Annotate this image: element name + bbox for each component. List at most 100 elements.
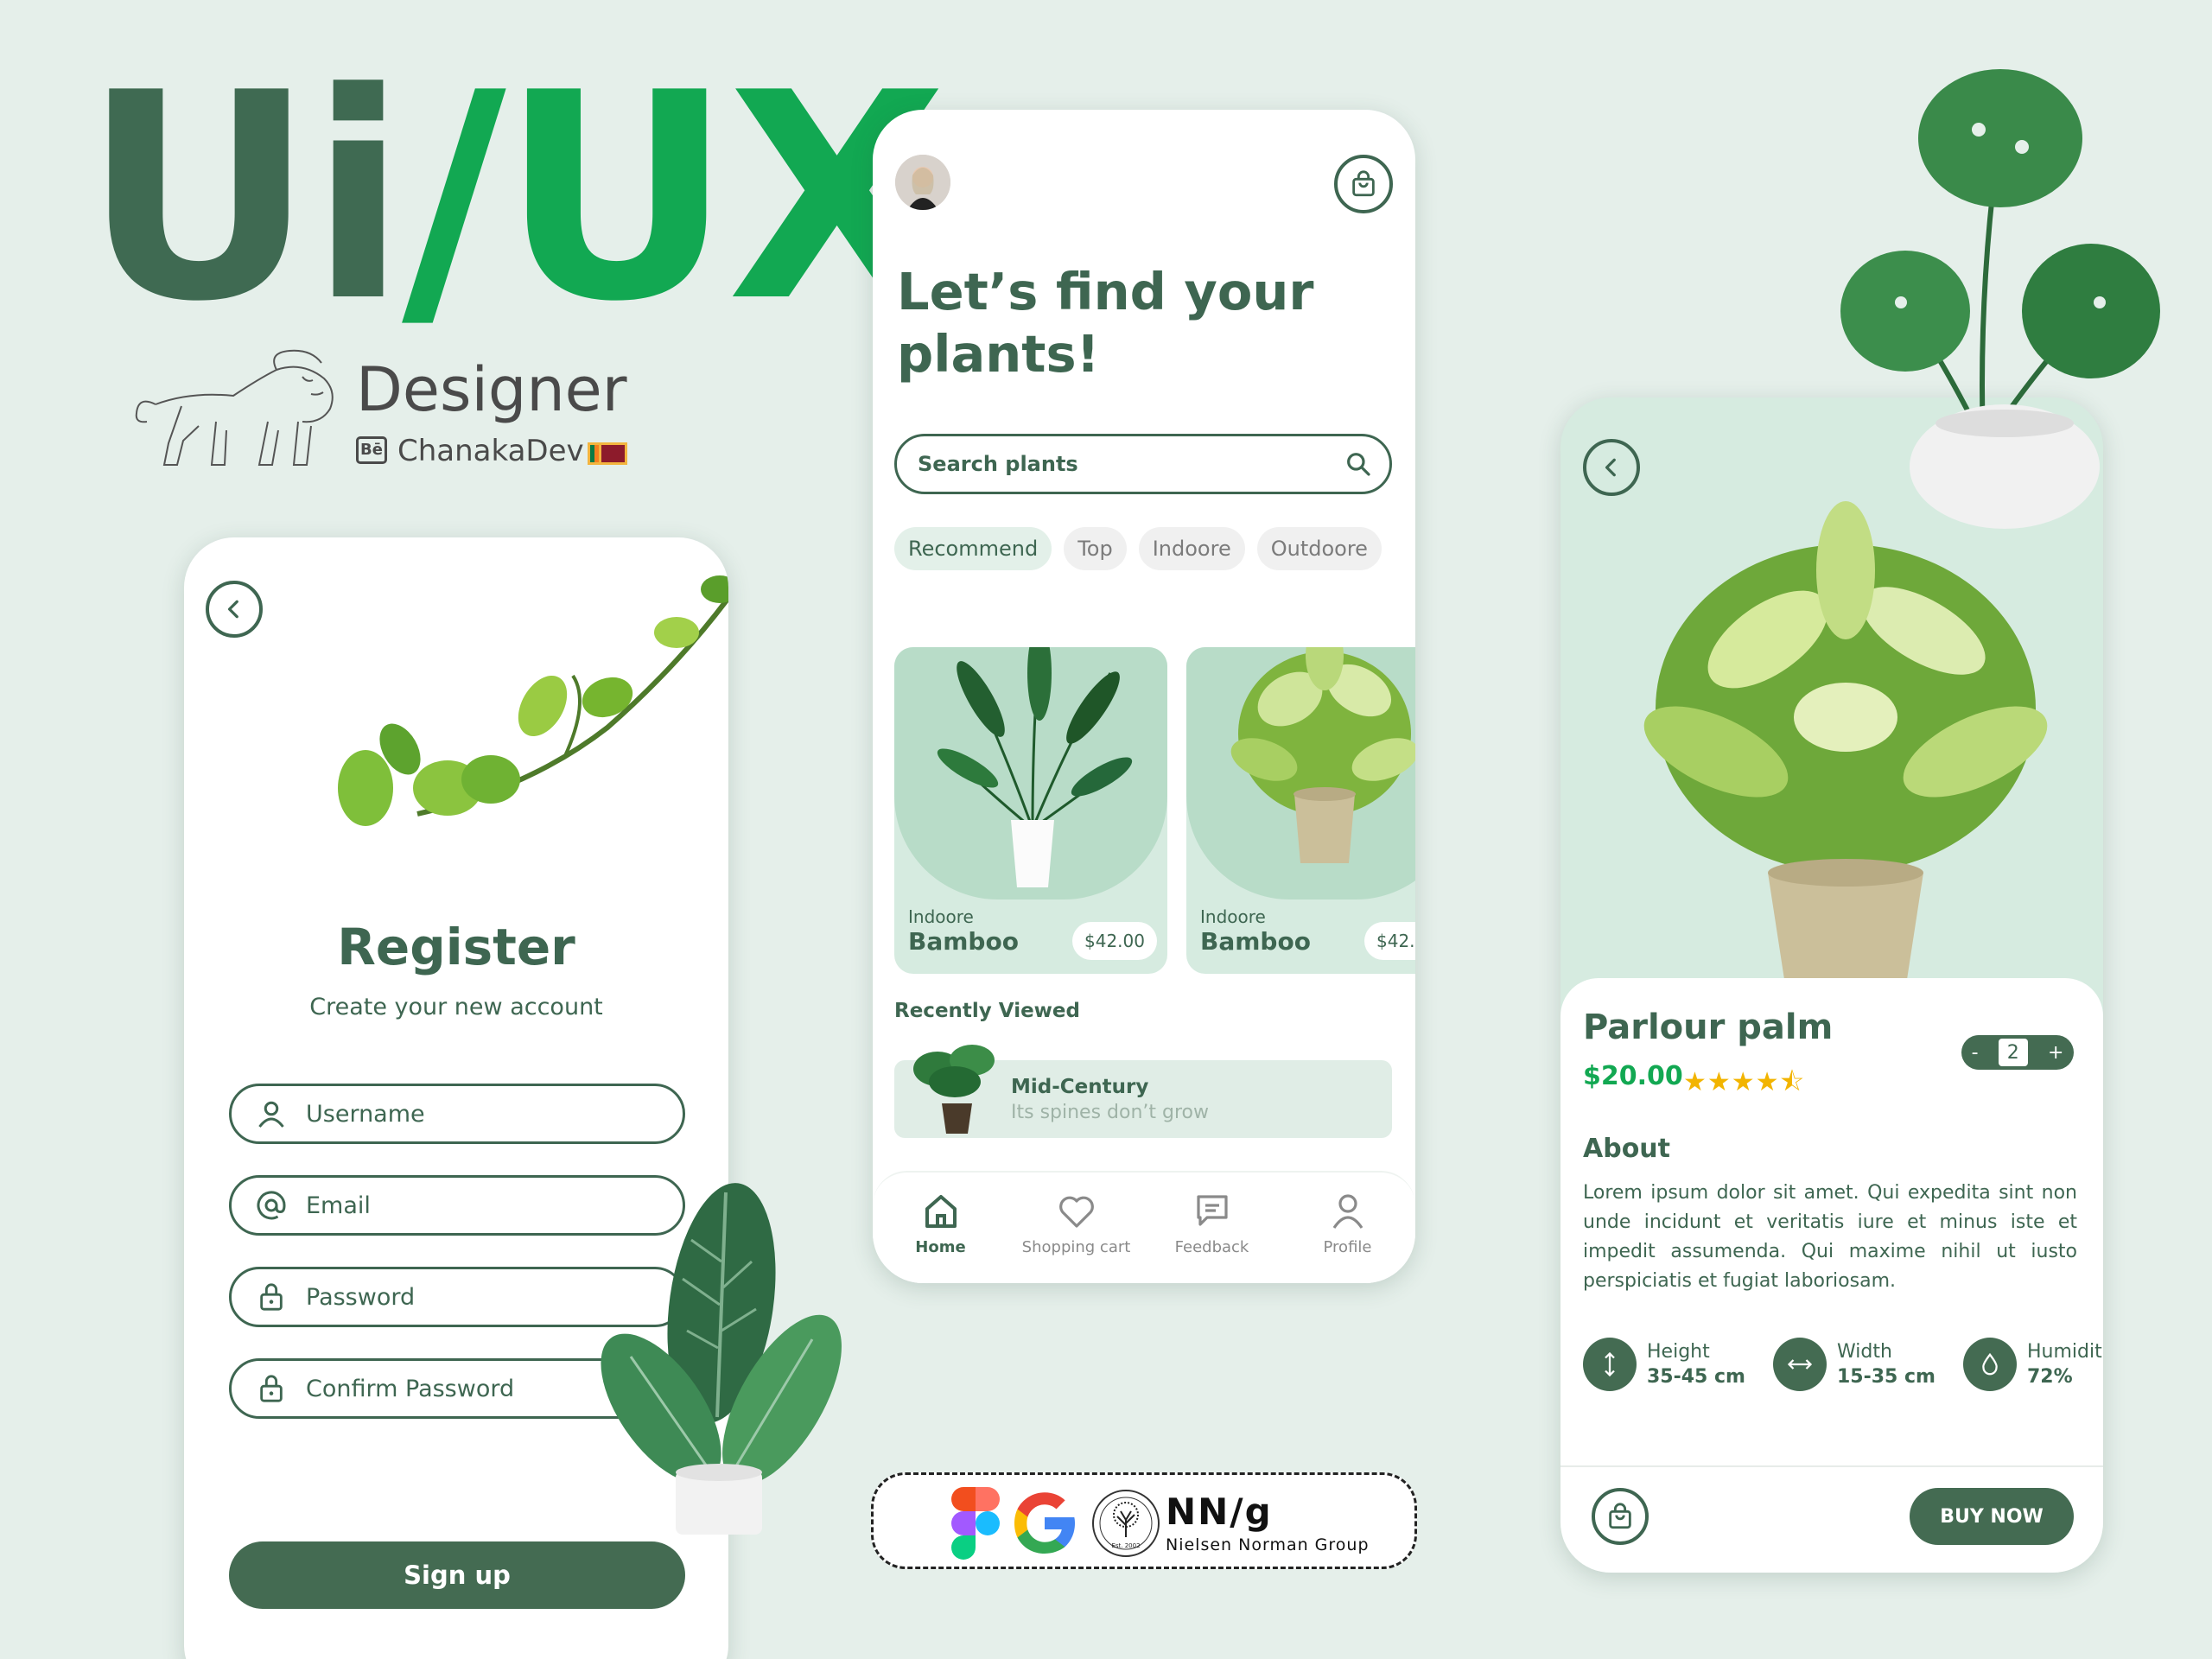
spec-value: 15-35 cm [1837, 1366, 1936, 1388]
buy-now-button[interactable]: BUY NOW [1910, 1488, 2074, 1545]
register-title: Register [337, 918, 575, 976]
at-icon [254, 1188, 289, 1223]
email-label: Email [306, 1192, 371, 1219]
nav-item-profile[interactable]: Profile [1283, 1190, 1413, 1256]
plant-price: $42.00 [1364, 922, 1415, 960]
lock-icon [254, 1280, 289, 1314]
chevron-left-icon [1605, 458, 1616, 477]
spec-label: Width [1837, 1341, 1892, 1363]
spec-label: Height [1647, 1341, 1710, 1363]
avatar[interactable] [895, 155, 950, 210]
plant-name: Bamboo [908, 927, 1019, 956]
heart-icon [1058, 1196, 1094, 1228]
shopping-bag-icon [1609, 1503, 1631, 1529]
decrement-button[interactable]: - [1972, 1042, 1979, 1064]
bottom-nav: Home Shopping cart Feedback Profile [873, 1171, 1415, 1283]
product-detail-screen: Parlour palm $20.00 ★★★★⯪ - 2 + About Lo… [1560, 397, 2103, 1573]
height-arrow-icon [1583, 1338, 1637, 1391]
width-arrow-icon [1773, 1338, 1827, 1391]
tree-seal-logo-icon: Est. 2002 [1092, 1490, 1160, 1557]
username-label: Username [306, 1100, 425, 1128]
chip-top[interactable]: Top [1064, 527, 1127, 570]
nng-name: Nielsen Norman Group [1166, 1535, 1370, 1554]
search-bar[interactable] [894, 434, 1392, 494]
search-input[interactable] [918, 452, 1298, 476]
brand-title-ui: Ui [83, 32, 407, 364]
rating-stars: ★★★★⯪ [1683, 1067, 1805, 1097]
plant-image [1230, 647, 1415, 863]
nav-label: Shopping cart [1021, 1238, 1131, 1256]
divider [1560, 1465, 2103, 1467]
water-drop-icon [1963, 1338, 2017, 1391]
quantity-value: 2 [1998, 1039, 2028, 1066]
google-logo-icon [1014, 1492, 1075, 1554]
category-chips: Recommend Top Indoore Outdoore [894, 527, 1382, 570]
vine-leaves-image [338, 575, 728, 826]
monstera-thumbnail-image [913, 1045, 995, 1134]
nav-item-feedback[interactable]: Feedback [1147, 1190, 1277, 1256]
spec-height: Height 35-45 cm [1583, 1338, 1745, 1391]
confirm-password-label: Confirm Password [306, 1375, 515, 1402]
nng-logo: NN/g [1166, 1491, 1273, 1533]
potted-leaf-plant-image [601, 1183, 842, 1535]
quantity-stepper: - 2 + [1961, 1035, 2074, 1070]
increment-button[interactable]: + [2048, 1042, 2063, 1064]
brand-title-slash: / [402, 32, 506, 364]
spec-width: Width 15-35 cm [1773, 1338, 1936, 1391]
plant-card[interactable]: Indoore Bamboo $42.00 [1186, 647, 1415, 974]
lion-logo-icon [135, 349, 334, 466]
back-button[interactable] [1583, 439, 1640, 496]
nng-logo-text: NN/g [1166, 1491, 1273, 1533]
plant-category: Indoore [908, 906, 974, 927]
nav-item-home[interactable]: Home [876, 1190, 1006, 1256]
product-plant-image [1643, 501, 2048, 985]
plant-image [937, 647, 1133, 887]
nav-label: Home [915, 1238, 966, 1256]
username-field[interactable]: Username [229, 1084, 685, 1144]
designer-handle: ChanakaDev [397, 434, 584, 468]
plant-name: Bamboo [1200, 927, 1311, 956]
about-text: Lorem ipsum dolor sit amet. Qui expedita… [1583, 1182, 2077, 1292]
recently-viewed-name: Mid-Century [1011, 1076, 1149, 1098]
monstera-pot-image [1840, 69, 2160, 529]
shopping-bag-button[interactable] [1334, 155, 1393, 213]
lock-icon [254, 1371, 289, 1406]
chevron-left-icon [227, 600, 238, 619]
recently-viewed-desc: Its spines don’t grow [1011, 1102, 1210, 1123]
brand-title: Ui/UX [83, 55, 947, 340]
spec-value: 35-45 cm [1647, 1366, 1745, 1388]
chip-indoore[interactable]: Indoore [1138, 527, 1245, 570]
user-icon [254, 1096, 289, 1131]
chip-outdoore[interactable]: Outdoore [1256, 527, 1382, 570]
nav-label: Profile [1323, 1238, 1372, 1256]
plant-price: $42.00 [1072, 922, 1157, 960]
password-label: Password [306, 1283, 416, 1311]
about-title: About [1583, 1134, 1671, 1164]
spec-label: Humidit [2027, 1341, 2102, 1363]
designer-label: Designer [356, 354, 627, 425]
chip-recommend[interactable]: Recommend [894, 527, 1052, 570]
home-icon [925, 1195, 957, 1228]
plant-category: Indoore [1200, 906, 1266, 927]
page-title: Let’s find your plants! [897, 262, 1314, 384]
search-icon[interactable] [1344, 450, 1372, 478]
recently-viewed-title: Recently Viewed [894, 1000, 1080, 1022]
shopping-bag-icon [1352, 170, 1375, 197]
recently-viewed-item[interactable]: Mid-Century Its spines don’t grow [894, 1045, 1392, 1138]
profile-icon [1332, 1194, 1363, 1229]
product-name: Parlour palm [1583, 1007, 1834, 1047]
back-button[interactable] [206, 581, 263, 638]
register-subtitle: Create your new account [309, 994, 603, 1020]
nav-item-shopping-cart[interactable]: Shopping cart [1012, 1190, 1141, 1256]
behance-icon[interactable]: Bē [356, 436, 387, 464]
sign-up-button[interactable]: Sign up [229, 1541, 685, 1609]
nav-label: Feedback [1174, 1238, 1249, 1256]
product-price: $20.00 [1583, 1061, 1683, 1091]
plant-card[interactable]: Indoore Bamboo $42.00 [894, 647, 1167, 974]
seal-text: Est. 2002 [1111, 1542, 1140, 1549]
figma-logo-icon [951, 1487, 1000, 1560]
spec-humidity: Humidit 72% [1963, 1338, 2102, 1391]
spec-value: 72% [2027, 1366, 2073, 1388]
add-to-bag-button[interactable] [1592, 1488, 1649, 1545]
sri-lanka-flag-icon [588, 442, 627, 465]
